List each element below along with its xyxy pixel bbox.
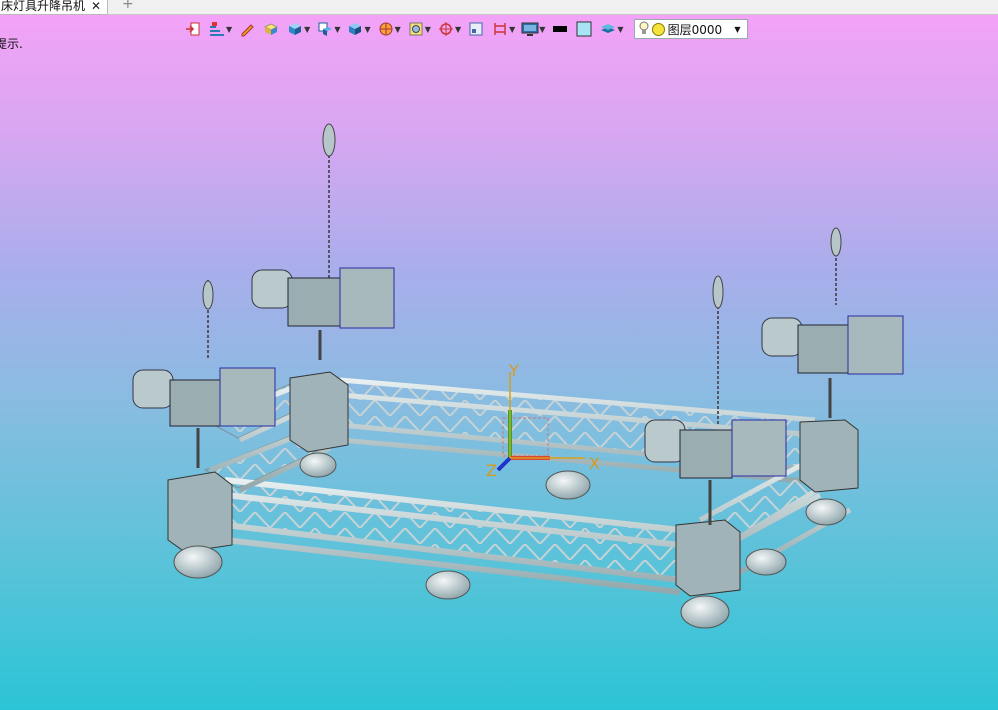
layer-name: 图层0000: [667, 22, 723, 37]
fill-color-icon[interactable]: [573, 19, 595, 39]
monitor-icon[interactable]: [519, 19, 541, 39]
snap-icon[interactable]: [435, 19, 457, 39]
pencil-icon[interactable]: [236, 19, 258, 39]
axis-label-z: Z: [486, 461, 497, 480]
chevron-down-icon[interactable]: ▼: [395, 25, 401, 34]
tab-document[interactable]: 床灯具升降吊机 ✕: [0, 0, 109, 15]
chevron-down-icon[interactable]: ▼: [425, 25, 431, 34]
chevron-down-icon[interactable]: ▼: [617, 25, 623, 34]
hoist-back-right: [761, 227, 904, 418]
view-toolbar: ▼ ▼ ▼ ▼ ▼ ▼ ▼ ▼ ▼ ▼ 图层0000 ▼: [182, 18, 748, 40]
box-icon[interactable]: [260, 19, 282, 39]
close-icon[interactable]: ✕: [91, 0, 101, 13]
chevron-down-icon[interactable]: ▼: [364, 25, 370, 34]
chevron-down-icon[interactable]: ▼: [455, 25, 461, 34]
chevron-down-icon[interactable]: ▼: [509, 25, 515, 34]
tab-bar: 床灯具升降吊机 ✕ +: [0, 0, 998, 15]
3d-viewport[interactable]: Y X Z: [0, 44, 998, 710]
hoist-back-left: [251, 123, 395, 360]
fillet-icon[interactable]: [206, 19, 228, 39]
corner-block-front-right: [675, 519, 741, 629]
chevron-down-icon[interactable]: ▼: [226, 25, 232, 34]
display-mode-icon[interactable]: [314, 19, 336, 39]
import-icon[interactable]: [182, 19, 204, 39]
render-icon[interactable]: [405, 19, 427, 39]
frame-icon[interactable]: [465, 19, 487, 39]
hoist-front-left: [132, 280, 276, 468]
chevron-down-icon[interactable]: ▼: [734, 25, 740, 34]
lightbulb-icon[interactable]: [639, 21, 649, 38]
corner-block-front-left: [167, 471, 233, 579]
line-color-icon[interactable]: [549, 19, 571, 39]
add-tab-button[interactable]: +: [122, 0, 134, 12]
chevron-down-icon[interactable]: ▼: [304, 25, 310, 34]
tab-label: 床灯具升降吊机: [1, 0, 86, 13]
measure-icon[interactable]: [489, 19, 511, 39]
layer-selector[interactable]: 图层0000 ▼: [633, 19, 748, 39]
layers-icon[interactable]: [597, 19, 619, 39]
cube-icon[interactable]: [284, 19, 306, 39]
chevron-down-icon[interactable]: ▼: [334, 25, 340, 34]
chevron-down-icon[interactable]: ▼: [539, 25, 545, 34]
shaded-cube-icon[interactable]: [344, 19, 366, 39]
layer-color-swatch: [651, 22, 665, 36]
sphere-icon[interactable]: [375, 19, 397, 39]
axis-label-y: Y: [508, 361, 519, 380]
axis-label-x: X: [589, 454, 600, 473]
